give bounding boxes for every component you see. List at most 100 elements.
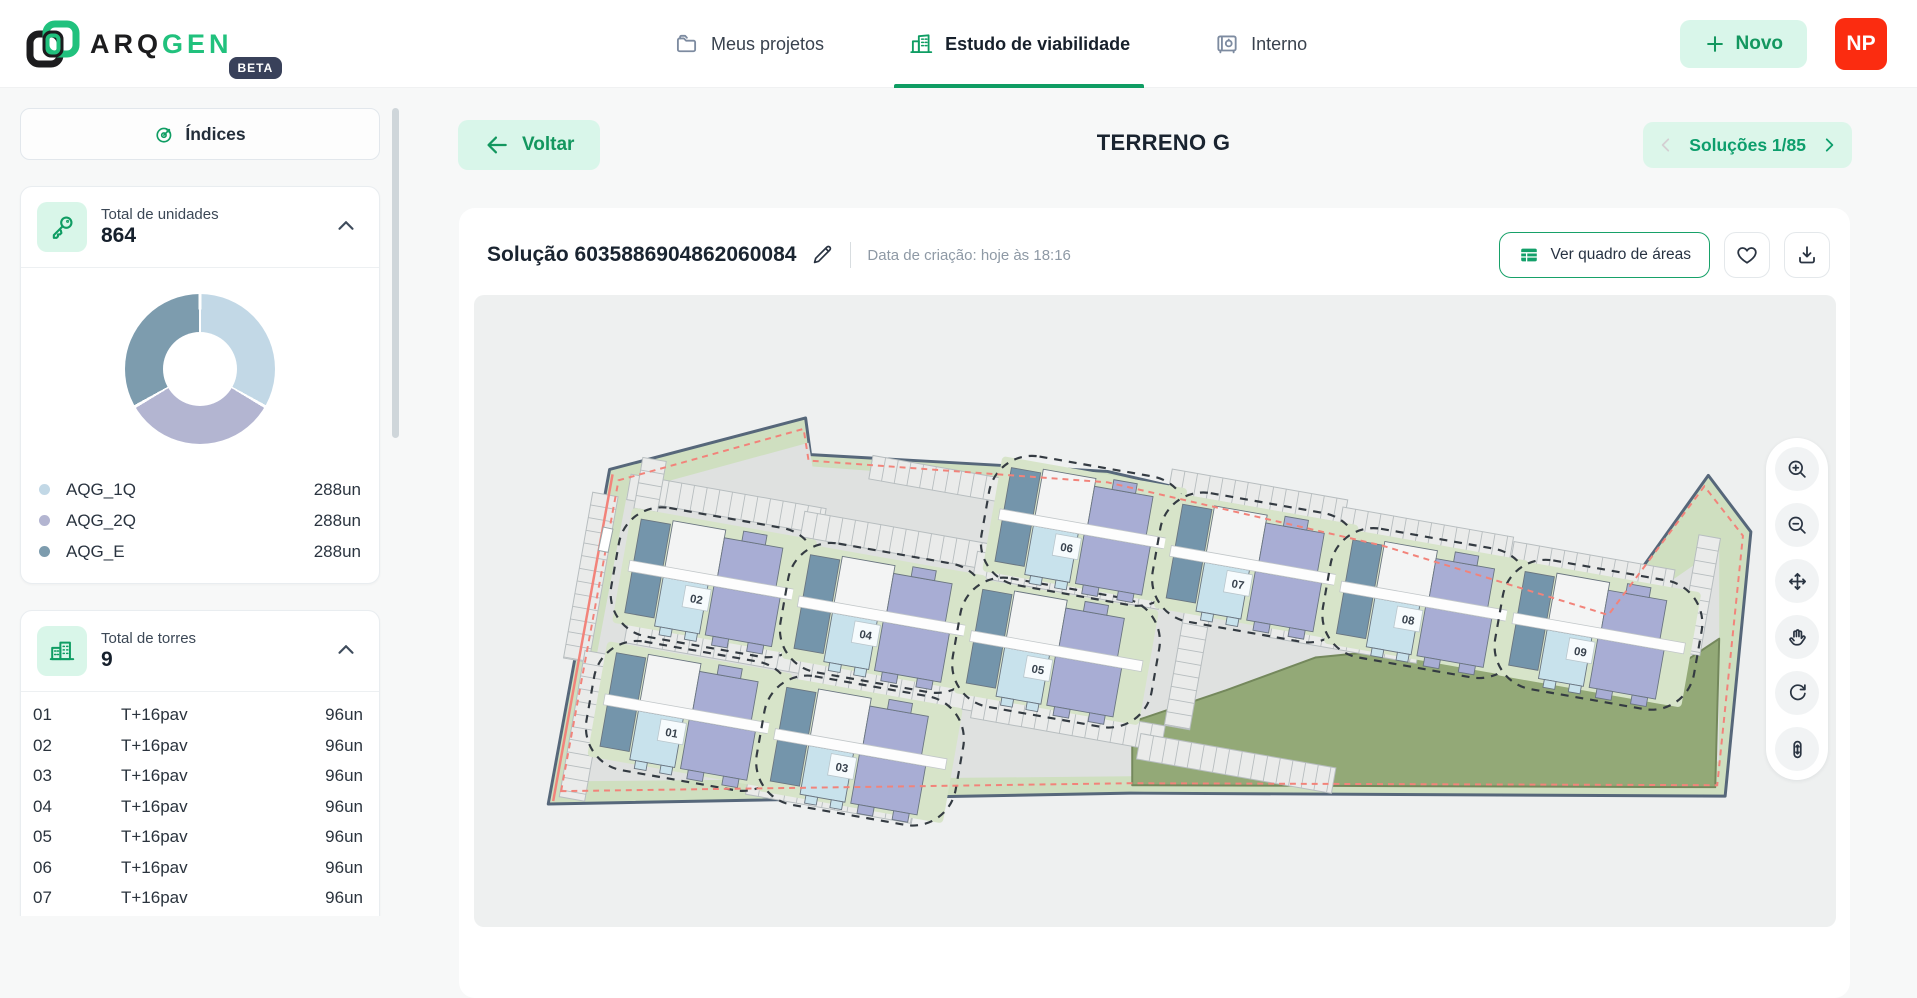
tab-label: Meus projetos — [711, 34, 824, 55]
solutions-pagination[interactable]: Soluções 1/85 — [1643, 122, 1852, 168]
tab-label: Estudo de viabilidade — [945, 34, 1130, 55]
new-button[interactable]: Novo — [1680, 20, 1808, 68]
tower-id: 06 — [33, 858, 121, 878]
main-content: Voltar TERRENO G Soluções 1/85 Solução 6… — [410, 88, 1917, 926]
tower-id: 04 — [33, 797, 121, 817]
top-navbar: ARQGEN BETA Meus projetos Estudo de viab… — [0, 0, 1917, 88]
svg-text:03: 03 — [835, 761, 850, 775]
tower-row[interactable]: 01 T+16pav 96un — [33, 700, 363, 731]
collapse-towers-button[interactable] — [329, 633, 363, 670]
tower-units: 96un — [325, 858, 363, 878]
legend-value: 288un — [314, 480, 361, 500]
safe-icon — [1214, 31, 1240, 57]
scroll-vertical-icon — [1786, 738, 1809, 761]
new-button-label: Novo — [1736, 33, 1784, 55]
app-logo[interactable]: ARQGEN BETA — [26, 17, 282, 79]
tower-row[interactable]: 03 T+16pav 96un — [33, 761, 363, 792]
tower-type: T+16pav — [121, 797, 325, 817]
tower-list: 01 T+16pav 96un02 T+16pav 96un03 T+16pav… — [21, 692, 379, 916]
arqgen-logo-icon — [26, 17, 80, 71]
main-tabs: Meus projetos Estudo de viabilidade — [660, 0, 1321, 88]
heart-icon — [1735, 243, 1759, 267]
svg-text:02: 02 — [689, 593, 704, 607]
tower-type: T+16pav — [121, 858, 325, 878]
units-card: Total de unidades 864 AQG_1Q 288un AQG_2… — [20, 186, 380, 584]
units-total-value: 864 — [101, 224, 315, 248]
key-icon — [37, 202, 87, 252]
tower-row[interactable]: 08 T+16pav 96un — [33, 914, 363, 917]
tower-row[interactable]: 05 T+16pav 96un — [33, 822, 363, 853]
collapse-units-button[interactable] — [329, 209, 363, 246]
tab-meus-projetos[interactable]: Meus projetos — [660, 0, 838, 88]
legend-label: AQG_1Q — [66, 480, 136, 500]
favorite-button[interactable] — [1724, 232, 1770, 278]
edit-solution-button[interactable] — [810, 243, 834, 267]
buildings-icon — [37, 626, 87, 676]
zoom-in-icon — [1786, 458, 1809, 481]
legend-row[interactable]: AQG_2Q 288un — [39, 505, 361, 536]
site-plan-canvas[interactable]: 010203040506070809 — [474, 295, 1836, 927]
tower-type: T+16pav — [121, 827, 325, 847]
tower-row[interactable]: 07 T+16pav 96un — [33, 883, 363, 914]
chevron-left-icon[interactable] — [1657, 136, 1675, 154]
tower-id: 05 — [33, 827, 121, 847]
divider — [850, 242, 851, 268]
active-tab-underline — [894, 84, 1144, 88]
tower-id: 03 — [33, 766, 121, 786]
site-plan-drawing: 010203040506070809 — [474, 295, 1836, 927]
towers-card: Total de torres 9 01 T+16pav 96un02 T+16… — [20, 610, 380, 916]
view-areas-button[interactable]: Ver quadro de áreas — [1499, 232, 1710, 278]
move-button[interactable] — [1775, 559, 1819, 603]
rotate-icon — [1786, 682, 1809, 705]
units-legend: AQG_1Q 288un AQG_2Q 288un AQG_E 288un — [21, 474, 379, 583]
download-button[interactable] — [1784, 232, 1830, 278]
download-icon — [1795, 243, 1819, 267]
map-controls — [1766, 438, 1828, 780]
beta-badge: BETA — [229, 57, 283, 79]
legend-label: AQG_E — [66, 542, 125, 562]
solution-card: Solução 6035886904862060084 Data de cria… — [459, 208, 1850, 998]
tower-units: 96un — [325, 797, 363, 817]
tower-row[interactable]: 04 T+16pav 96un — [33, 792, 363, 823]
plus-icon — [1704, 33, 1726, 55]
scroll-vertical-button[interactable] — [1775, 727, 1819, 771]
tower-units: 96un — [325, 705, 363, 725]
tower-units: 96un — [325, 888, 363, 908]
chevron-right-icon[interactable] — [1820, 136, 1838, 154]
svg-text:07: 07 — [1230, 578, 1245, 592]
zoom-out-button[interactable] — [1775, 503, 1819, 547]
folder-icon — [674, 31, 700, 57]
pan-button[interactable] — [1775, 615, 1819, 659]
tower-type: T+16pav — [121, 705, 325, 725]
tower-id: 07 — [33, 888, 121, 908]
tab-interno[interactable]: Interno — [1200, 0, 1321, 88]
units-card-title: Total de unidades — [101, 206, 315, 223]
legend-label: AQG_2Q — [66, 511, 136, 531]
tower-type: T+16pav — [121, 736, 325, 756]
tower-id: 01 — [33, 705, 121, 725]
legend-color-dot — [39, 546, 50, 557]
rotate-button[interactable] — [1775, 671, 1819, 715]
sidebar-scrollbar[interactable] — [392, 108, 399, 438]
target-icon — [154, 124, 175, 145]
svg-text:08: 08 — [1401, 614, 1416, 628]
units-donut-chart — [125, 294, 275, 444]
logo-text: ARQGEN — [90, 29, 233, 60]
legend-value: 288un — [314, 511, 361, 531]
tower-row[interactable]: 02 T+16pav 96un — [33, 731, 363, 762]
towers-card-title: Total de torres — [101, 630, 315, 647]
tab-estudo-viabilidade[interactable]: Estudo de viabilidade — [894, 0, 1144, 88]
tower-id: 02 — [33, 736, 121, 756]
tower-type: T+16pav — [121, 766, 325, 786]
zoom-out-icon — [1786, 514, 1809, 537]
svg-text:09: 09 — [1573, 646, 1588, 660]
tower-row[interactable]: 06 T+16pav 96un — [33, 853, 363, 884]
zoom-in-button[interactable] — [1775, 447, 1819, 491]
indices-button[interactable]: Índices — [20, 108, 380, 160]
legend-row[interactable]: AQG_1Q 288un — [39, 474, 361, 505]
tower-units: 96un — [325, 827, 363, 847]
legend-row[interactable]: AQG_E 288un — [39, 536, 361, 567]
legend-color-dot — [39, 515, 50, 526]
user-avatar[interactable]: NP — [1835, 18, 1887, 70]
solutions-pagination-label: Soluções 1/85 — [1689, 135, 1806, 156]
